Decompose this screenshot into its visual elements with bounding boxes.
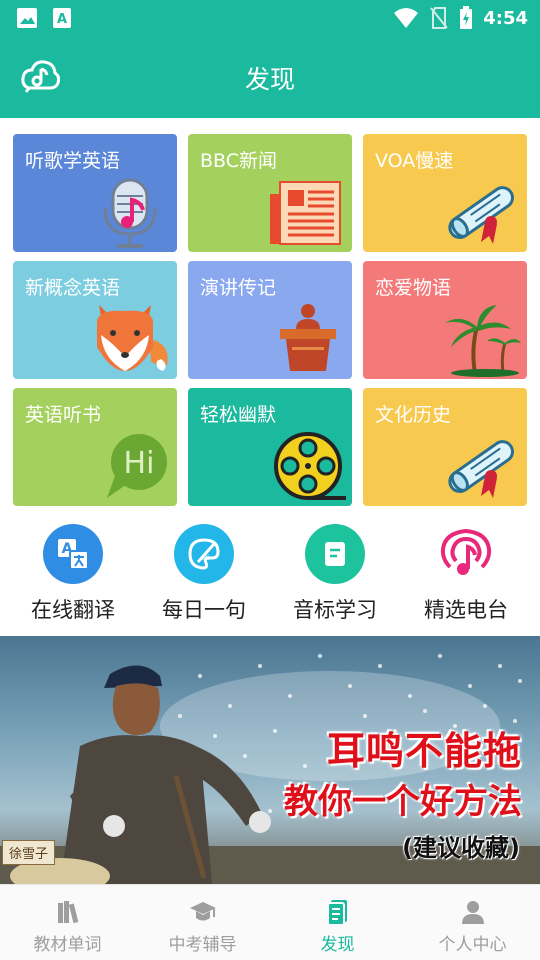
quick-actions: A 在线翻译 Hi 每日一句 音标学习 精选电台: [0, 520, 540, 632]
quick-label: 音标学习: [293, 598, 377, 622]
clock: 4:54: [483, 7, 528, 29]
film-reel-icon: [274, 432, 346, 500]
tile-listen-songs[interactable]: 听歌学英语: [13, 134, 177, 252]
tile-culture-history[interactable]: 文化历史: [363, 388, 527, 506]
tile-label: VOA慢速: [375, 150, 454, 172]
graduation-cap-icon: [189, 902, 216, 921]
tab-profile[interactable]: 个人中心: [405, 885, 540, 960]
tab-label: 个人中心: [438, 935, 507, 955]
page-title: 发现: [244, 65, 295, 94]
fox-icon: [97, 305, 168, 371]
quick-label: 在线翻译: [31, 598, 115, 622]
quick-label: 每日一句: [162, 598, 246, 622]
scroll-diploma-icon: [448, 440, 514, 498]
svg-text:A: A: [57, 12, 67, 27]
quick-radio[interactable]: 精选电台: [401, 524, 531, 624]
quick-phonetics[interactable]: 音标学习: [270, 524, 400, 624]
tab-discover[interactable]: 发现: [270, 885, 405, 960]
tile-bbc-news[interactable]: BBC新闻: [188, 134, 352, 252]
quick-online-translate[interactable]: A 在线翻译: [8, 524, 138, 624]
bottom-tab-bar: 教材单词 中考辅导 发现 个人中心: [0, 884, 540, 960]
status-bar: A 4:54: [0, 0, 540, 36]
tile-label: 演讲传记: [200, 277, 277, 299]
tab-exam-tutoring[interactable]: 中考辅导: [135, 885, 270, 960]
scroll-diploma-icon: [448, 186, 514, 244]
wifi-icon: [394, 8, 419, 28]
tab-label: 发现: [320, 935, 355, 955]
discover-book-icon: [326, 900, 347, 926]
microphone-music-icon: [103, 178, 157, 248]
quick-daily-sentence[interactable]: Hi 每日一句: [139, 524, 269, 624]
palm-island-icon: [445, 305, 521, 377]
tile-label: 听歌学英语: [25, 150, 121, 172]
image-notification-icon: [17, 8, 37, 28]
banner-stamp: 徐雪子: [2, 840, 56, 865]
font-notification-icon: A: [53, 8, 71, 28]
banner-subheadline: 教你一个好方法: [284, 782, 522, 822]
tile-new-concept-english[interactable]: 新概念英语: [13, 261, 177, 379]
banner-note: (建议收藏): [402, 834, 520, 862]
podium-icon: [280, 304, 336, 371]
no-sim-icon: [430, 7, 448, 29]
svg-text:Hi: Hi: [124, 446, 155, 481]
tile-speech-biography[interactable]: 演讲传记: [188, 261, 352, 379]
tile-label: 恋爱物语: [375, 277, 452, 299]
tile-easy-humor[interactable]: 轻松幽默: [188, 388, 352, 506]
tile-label: 英语听书: [25, 404, 102, 426]
newspaper-icon: [270, 181, 341, 245]
banner-headline: 耳鸣不能拖: [326, 729, 522, 773]
battery-icon: [460, 6, 473, 29]
books-icon: [57, 901, 78, 924]
palette-icon: Hi: [174, 524, 234, 584]
person-icon: [461, 901, 484, 924]
hi-bubble-icon: Hi: [107, 434, 167, 498]
tile-label: 轻松幽默: [200, 404, 277, 426]
tile-voa-slow[interactable]: VOA慢速: [363, 134, 527, 252]
tab-label: 教材单词: [33, 935, 102, 955]
tile-label: 新概念英语: [25, 277, 121, 299]
tile-audio-books[interactable]: 英语听书 Hi: [13, 388, 177, 506]
tab-textbook-words[interactable]: 教材单词: [0, 885, 135, 960]
note-card-icon: [305, 524, 365, 584]
tile-label: 文化历史: [375, 404, 452, 426]
podcast-icon: [436, 524, 496, 584]
translate-icon: A: [43, 524, 103, 584]
promo-banner[interactable]: 徐雪子 耳鸣不能拖 教你一个好方法 (建议收藏): [0, 636, 540, 884]
notification-icons: A: [16, 7, 72, 29]
tile-love-story[interactable]: 恋爱物语: [363, 261, 527, 379]
quick-label: 精选电台: [424, 598, 508, 622]
svg-text:Hi: Hi: [202, 554, 209, 562]
tab-label: 中考辅导: [168, 935, 237, 955]
tile-label: BBC新闻: [200, 150, 278, 172]
app-header: 发现: [0, 36, 540, 118]
